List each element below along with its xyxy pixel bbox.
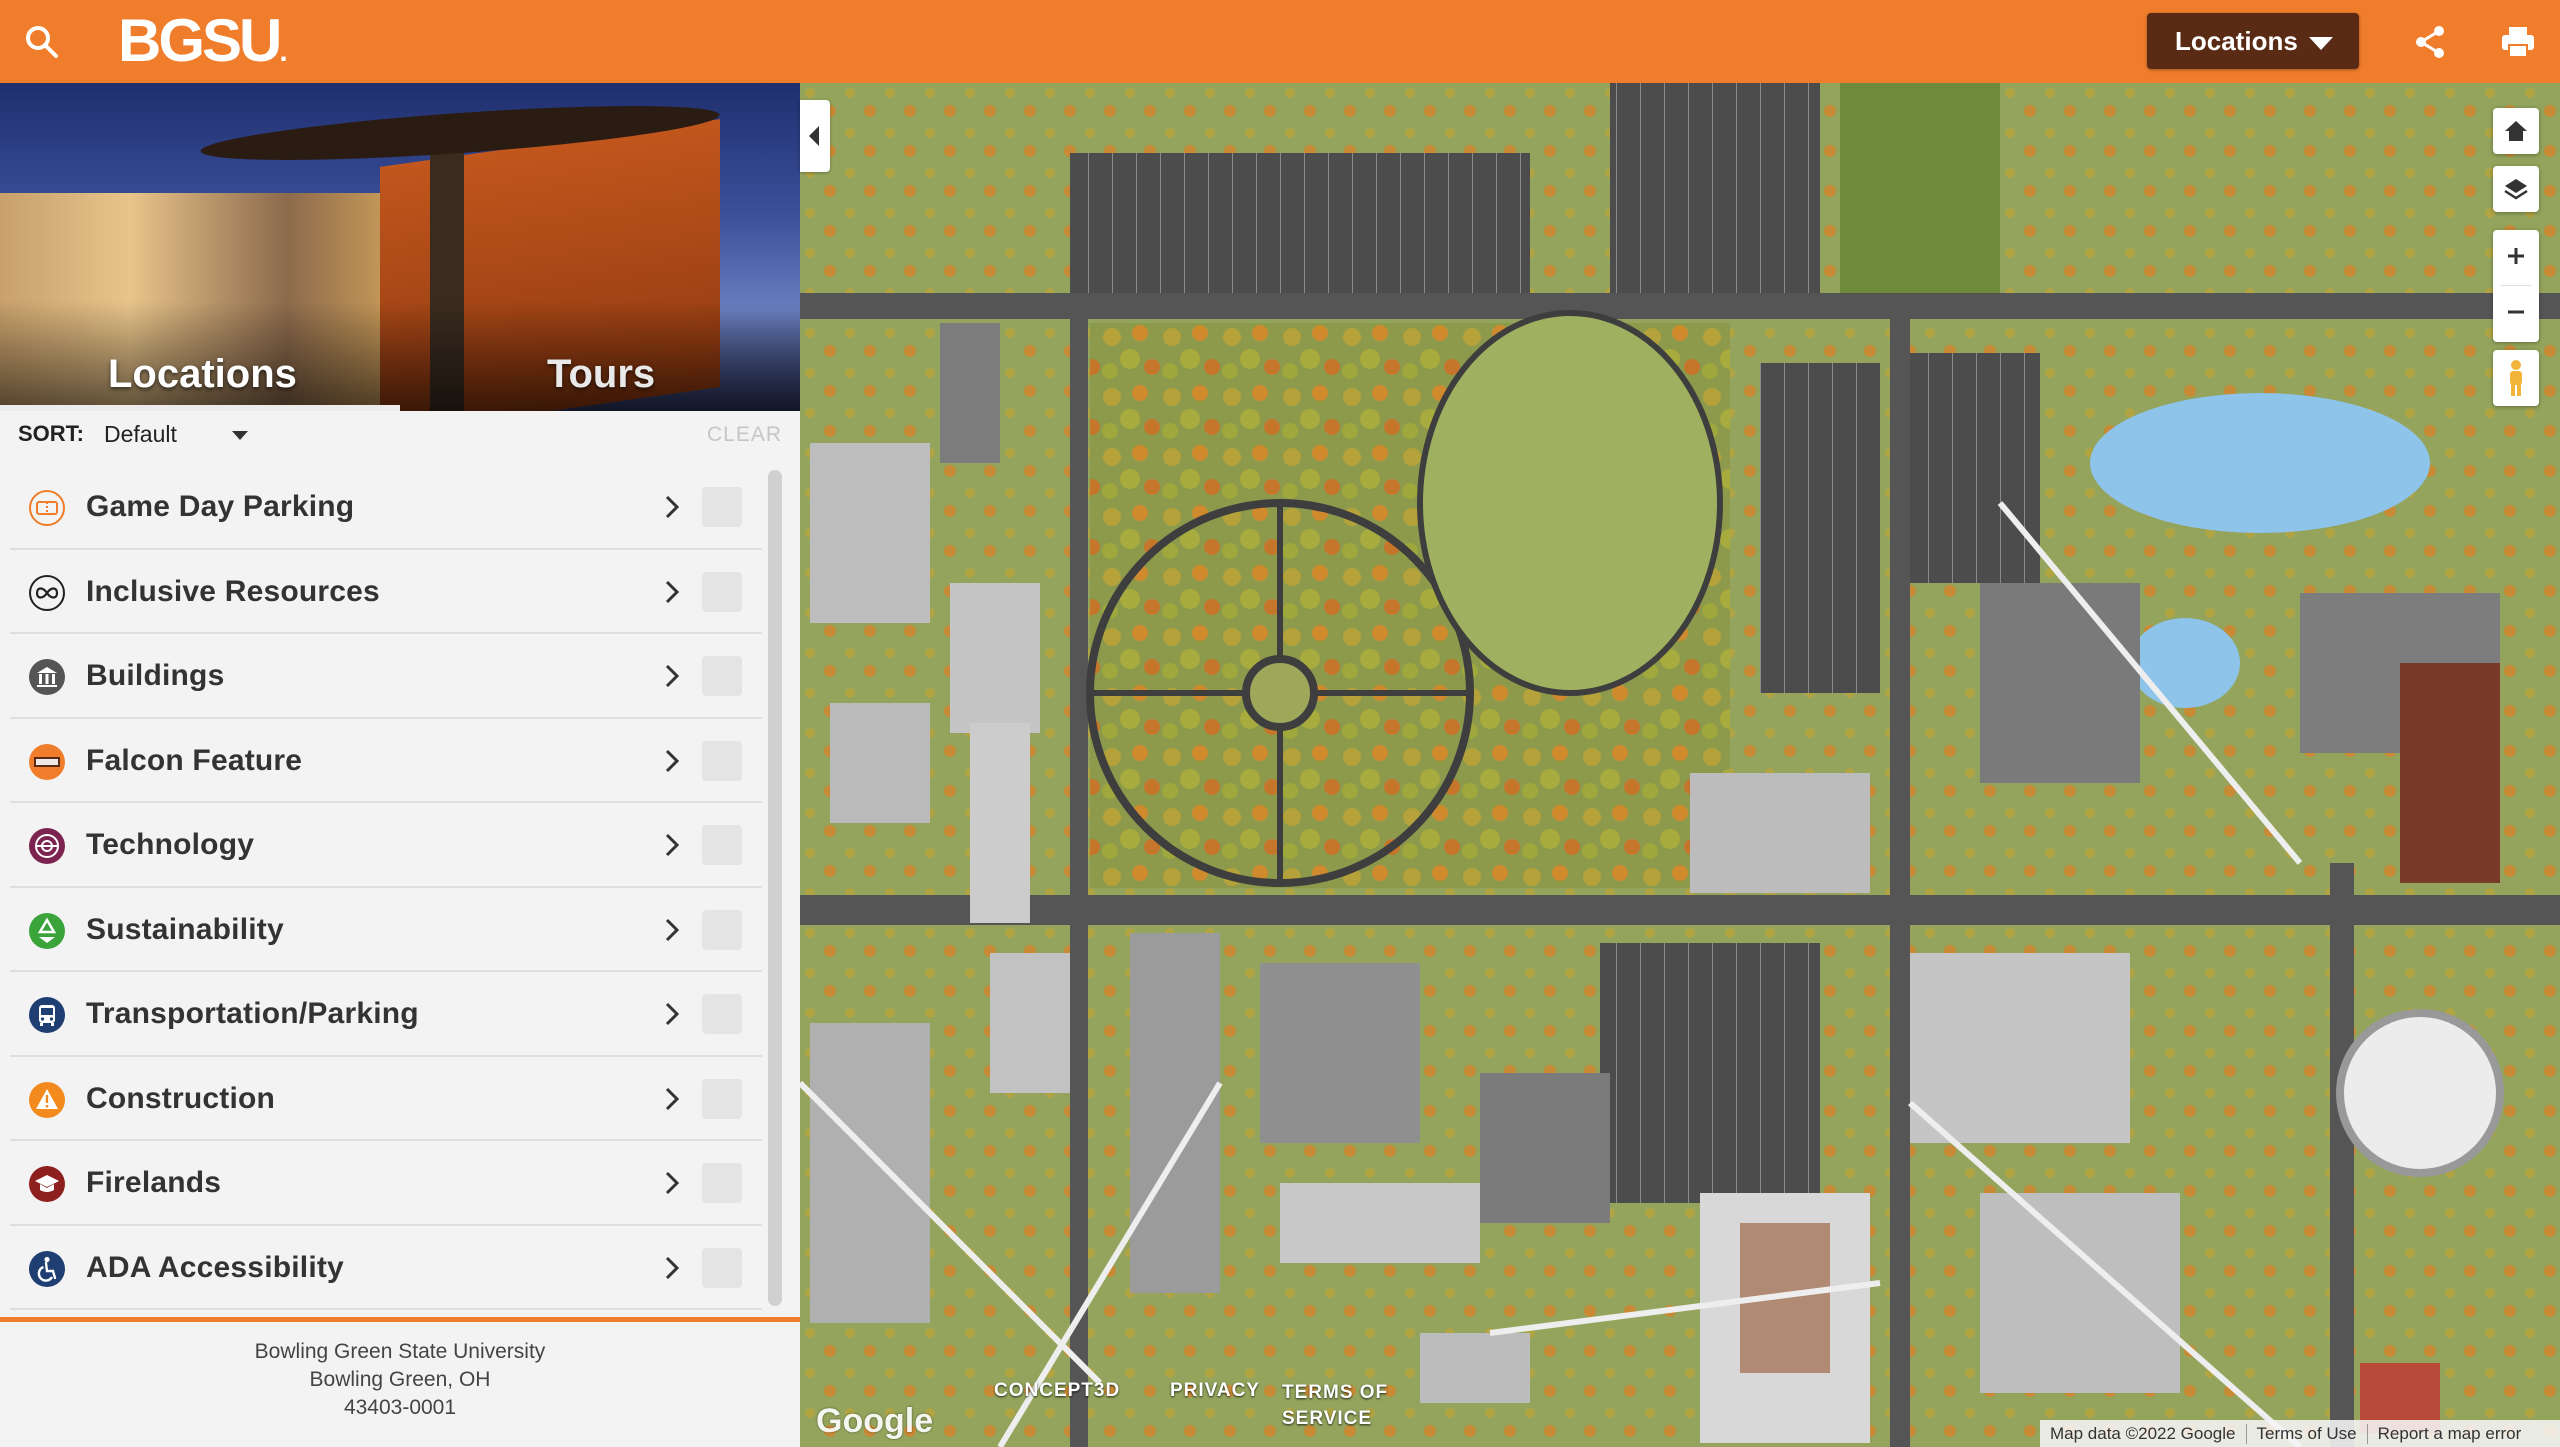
home-icon (2505, 121, 2527, 141)
category-label: Technology (86, 828, 255, 861)
chevron-right-icon[interactable] (658, 493, 686, 521)
category-checkbox[interactable] (702, 994, 742, 1034)
list-item[interactable]: Buildings (10, 634, 762, 719)
category-checkbox[interactable] (702, 571, 742, 612)
recycle-icon (29, 912, 65, 949)
clear-button[interactable]: CLEAR (707, 423, 782, 447)
pegman-icon (2510, 360, 2522, 396)
footer-university: Bowling Green State University (254, 1340, 546, 1363)
chevron-right-icon[interactable] (658, 1254, 686, 1282)
list-item[interactable]: ADA Accessibility (10, 1226, 762, 1310)
wheelchair-icon (29, 1250, 65, 1287)
category-label: Game Day Parking (86, 490, 355, 523)
chevron-right-icon[interactable] (658, 578, 686, 606)
graduation-cap-icon (29, 1166, 65, 1202)
sort-bar: SORT: Default CLEAR (0, 411, 800, 457)
category-checkbox[interactable] (702, 740, 742, 781)
map-data-credit: Map data ©2022 Google (2040, 1423, 2247, 1444)
print-icon[interactable] (2500, 24, 2536, 60)
tab-tours[interactable]: Tours (547, 352, 655, 397)
category-label: Buildings (86, 659, 225, 692)
infinity-icon (29, 574, 65, 611)
category-checkbox[interactable] (702, 825, 742, 865)
list-item[interactable]: Falcon Feature (10, 719, 762, 803)
concept3d-link[interactable]: CONCEPT3D (994, 1380, 1120, 1402)
map-attribution: Map data ©2022 Google Terms of Use Repor… (2040, 1420, 2560, 1447)
category-checkbox[interactable] (702, 487, 742, 527)
chevron-right-icon[interactable] (658, 662, 686, 690)
category-checkbox[interactable] (702, 1247, 742, 1288)
category-checkbox[interactable] (702, 1163, 742, 1203)
terms-of-service-link[interactable]: TERMS OF SERVICE (1282, 1380, 1388, 1432)
layers-icon (2504, 179, 2528, 200)
chevron-right-icon[interactable] (658, 747, 686, 775)
sort-caret-icon[interactable] (232, 431, 248, 440)
technology-icon (29, 828, 65, 864)
caret-left-icon (809, 126, 819, 146)
collapse-sidebar-button[interactable] (800, 100, 830, 172)
zoom-controls (2493, 230, 2539, 342)
category-label: ADA Accessibility (86, 1250, 344, 1284)
category-label: Firelands (86, 1166, 222, 1199)
home-button[interactable] (2493, 108, 2539, 154)
search-icon[interactable] (22, 22, 62, 62)
list-item[interactable]: Transportation/Parking (10, 972, 762, 1057)
warning-icon (29, 1081, 65, 1118)
category-label: Sustainability (86, 912, 284, 946)
ticket-icon (29, 490, 65, 526)
category-checkbox[interactable] (702, 656, 742, 696)
google-logo[interactable]: Google (816, 1402, 933, 1441)
chevron-right-icon[interactable] (658, 1169, 686, 1197)
campus-map[interactable] (800, 83, 2560, 1447)
layers-button[interactable] (2493, 166, 2539, 212)
bgsu-badge-icon (29, 743, 65, 780)
chevron-right-icon[interactable] (658, 1000, 686, 1028)
zoom-in-icon[interactable] (2504, 244, 2528, 268)
caret-down-icon (2309, 37, 2333, 50)
list-item[interactable]: Construction (10, 1057, 762, 1141)
chevron-right-icon[interactable] (658, 831, 686, 859)
privacy-link[interactable]: PRIVACY (1170, 1380, 1260, 1402)
list-scrollbar[interactable] (768, 470, 782, 1306)
terms-of-use-link[interactable]: Terms of Use (2247, 1423, 2368, 1444)
locations-dropdown-button[interactable]: Locations (2147, 13, 2359, 69)
category-checkbox[interactable] (702, 1078, 742, 1119)
bgsu-logo[interactable]: BGSU. (118, 8, 288, 74)
category-label: Transportation/Parking (86, 997, 419, 1030)
tab-locations[interactable]: Locations (108, 352, 297, 397)
report-map-error-link[interactable]: Report a map error (2368, 1424, 2532, 1444)
hero-banner: Locations Tours (0, 83, 800, 411)
bus-icon (29, 997, 65, 1033)
sidebar-footer: Bowling Green State University Bowling G… (0, 1317, 800, 1447)
share-icon[interactable] (2412, 24, 2448, 60)
building-icon (29, 659, 65, 695)
footer-city: Bowling Green, OH (309, 1368, 491, 1391)
locations-button-label: Locations (2175, 25, 2298, 56)
list-item[interactable]: Firelands (10, 1141, 762, 1226)
chevron-right-icon[interactable] (658, 1085, 686, 1113)
list-item[interactable]: Game Day Parking (10, 465, 762, 550)
top-bar: BGSU. Locations (0, 0, 2560, 83)
sort-select[interactable]: Default (104, 421, 177, 448)
map-illustration (800, 83, 2560, 1447)
category-label: Construction (86, 1081, 276, 1115)
category-label: Inclusive Resources (86, 574, 380, 608)
street-view-pegman[interactable] (2493, 350, 2539, 406)
category-list: Game Day Parking Inclusive Resources Bui… (10, 465, 762, 1310)
list-item[interactable]: Technology (10, 803, 762, 888)
category-checkbox[interactable] (702, 909, 742, 950)
chevron-right-icon[interactable] (658, 916, 686, 944)
category-label: Falcon Feature (86, 743, 303, 777)
list-item[interactable]: Sustainability (10, 888, 762, 972)
sort-label: SORT: (18, 421, 84, 446)
zoom-out-icon[interactable] (2504, 300, 2528, 324)
footer-zip: 43403-0001 (343, 1396, 457, 1419)
list-item[interactable]: Inclusive Resources (10, 550, 762, 634)
